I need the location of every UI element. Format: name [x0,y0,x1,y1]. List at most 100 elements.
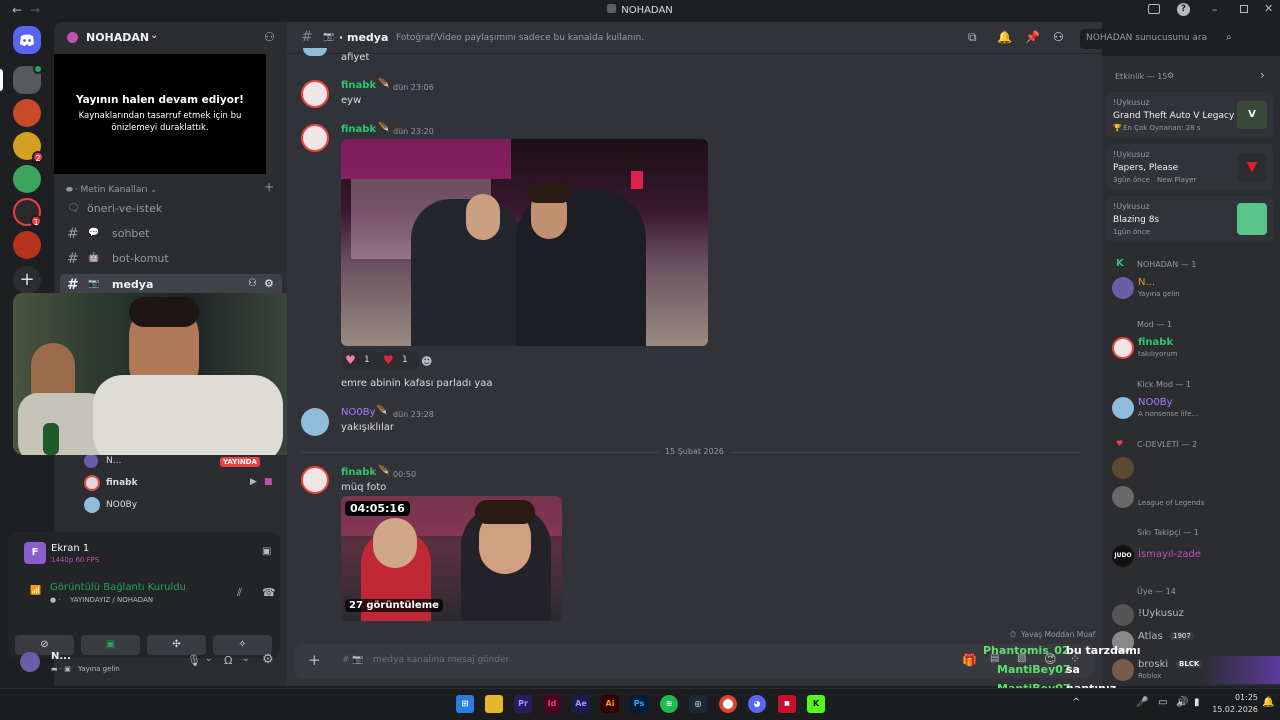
app-icon[interactable]: ■ [778,695,796,713]
network-icon[interactable]: ▭ [1158,697,1167,708]
avatar[interactable] [301,408,329,436]
message-author[interactable]: finabk [341,467,376,478]
member-cdevleti-2[interactable]: . League of Legends [1112,484,1272,512]
message-author[interactable]: finabk [341,124,376,135]
slowmode-icon: ⏱ [1010,630,1017,639]
attach-plus-icon[interactable]: + [308,651,321,669]
server-icon-5[interactable]: 1 [13,198,42,227]
noise-suppression-icon[interactable]: ⫽ [237,586,242,600]
volume-icon[interactable]: 🔊 [1176,697,1188,708]
battery-icon[interactable]: ▮ [1194,697,1200,708]
bell-icon[interactable]: 🔔 [997,30,1012,44]
maximize-icon[interactable] [1240,5,1248,13]
tray-chevron-icon[interactable]: ^ [1072,697,1080,708]
channel-oneri-ve-istek[interactable]: 🗨 öneri-ve-istek [60,198,282,220]
activity-game: Papers, Please [1113,163,1179,173]
add-reaction-icon[interactable]: ☻ [421,355,432,368]
message-image[interactable] [341,139,708,346]
message-composer[interactable]: + # 📷 · medya kanalına mesaj gönder 🎁 ▤ … [294,644,1094,678]
member-finabk[interactable]: finabk takılıyorum [1112,335,1272,363]
member-uykusuz[interactable]: !Uykusuz [1112,602,1272,630]
notification-bell-icon[interactable]: 🔔 [1262,697,1274,708]
video-embed[interactable]: 04:05:16 27 görüntüleme [341,496,562,621]
voice-user-nohadan[interactable]: N... YAYINDA [84,452,279,472]
channel-bot-komut[interactable]: # 🤖 bot-komut [60,248,282,270]
tray-mic-icon[interactable]: 🎤 [1136,697,1148,708]
search-input[interactable]: NOHADAN sunucusunu ara ⌕ [1080,29,1240,49]
discord-home-icon[interactable] [13,26,41,54]
avatar[interactable] [301,124,329,152]
member-no0by[interactable]: NO0By A nonsense life... [1112,395,1272,423]
message-author[interactable]: NO0By [341,407,376,418]
popout-icon[interactable]: ▣ [262,546,271,557]
kick-app-icon[interactable]: K [807,695,825,713]
chevron-down-icon[interactable]: ⌄ [242,654,250,664]
activity-card-papers[interactable]: !Uykusuz Papers, Please 3gün önce New Pl… [1107,144,1273,190]
inbox-icon[interactable] [1148,4,1160,14]
channel-topic[interactable]: Fotoğraf/Video paylaşımını sadece bu kan… [396,33,644,43]
reaction-pink-heart[interactable]: ♥ 1 [341,351,381,371]
member-ismayil[interactable]: JUDO İsmayıl-zade [1112,543,1272,571]
steam-icon[interactable]: ◎ [689,695,707,713]
invite-icon[interactable]: ⚇ [248,278,257,289]
chrome-icon[interactable] [719,695,737,713]
clock-date[interactable]: 15.02.2026 [1208,705,1258,714]
premiere-icon[interactable]: Pr [514,695,532,713]
category-text-channels[interactable]: ⬬ · Metin Kanalları ⌄ + [66,180,276,196]
voice-connected-status[interactable]: Görüntülü Bağlantı Kuruldu [50,582,186,593]
threads-icon[interactable]: ⧉ [968,30,977,45]
close-icon[interactable]: ✕ [1264,2,1273,15]
message-author[interactable]: finabk [341,80,376,91]
member-nohadan[interactable]: N... Yayına gelin [1112,275,1272,303]
minimize-icon[interactable]: – [1212,3,1218,16]
settings-gear-icon[interactable]: ⚙ [1167,71,1174,80]
gift-icon[interactable]: 🎁 [962,653,977,667]
pin-icon[interactable]: 📌 [1025,30,1040,44]
server-name: NOHADAN [86,31,150,44]
chevron-right-icon[interactable]: › [1260,68,1265,82]
channel-sohbet[interactable]: # 💬 sohbet [60,223,282,245]
photoshop-icon[interactable]: Ps [630,695,648,713]
disconnect-icon[interactable]: ☎ [262,586,276,599]
clock-time[interactable]: 01:25 [1212,693,1258,702]
avatar[interactable] [301,80,329,108]
add-server-icon[interactable]: + [13,266,41,294]
message-text: müq foto [341,482,387,493]
message-timestamp: dün 23:20 [393,127,434,136]
indesign-icon[interactable]: Id [543,695,561,713]
message-text: afiyet [341,52,370,63]
member-broski[interactable]: broski BLCK Roblox [1112,657,1272,685]
discord-taskbar-icon[interactable]: ◕ [748,695,766,713]
chevron-down-icon: ⌄ [150,30,159,41]
microphone-icon[interactable]: 🎙 [187,654,201,667]
gear-icon[interactable]: ⚙ [264,277,274,290]
server-nohadan-icon[interactable] [13,64,43,94]
voice-user-finabk[interactable]: finabk ▶ ■ [84,473,279,493]
server-header[interactable]: NOHADAN ⌄ ⚇ [64,30,275,48]
stream-preview-paused[interactable]: Yayının halen devam ediyor! Kaynaklarınd… [54,54,266,174]
member-cdevleti-1[interactable]: ... [1112,455,1272,483]
help-icon[interactable]: ? [1177,3,1190,16]
reaction-red-heart[interactable]: ♥ 1 [379,351,419,371]
chevron-down-icon[interactable]: ⌄ [205,654,213,664]
activity-card-blazing[interactable]: !Uykusuz Blazing 8s 1gün önce [1107,196,1273,242]
settings-gear-icon[interactable]: ⚙ [262,652,274,667]
windows-start-icon[interactable]: ⊞ [456,695,474,713]
activity-game: Blazing 8s [1113,215,1160,225]
server-icon-3[interactable]: 2 [13,132,44,163]
avatar[interactable] [20,652,40,672]
member-list-icon[interactable]: ⚇ [1053,30,1064,44]
illustrator-icon[interactable]: Ai [601,695,619,713]
file-explorer-icon[interactable] [485,695,503,713]
headphones-icon[interactable]: Ω [224,654,232,667]
add-channel-icon[interactable]: + [264,180,274,194]
server-icon-6[interactable] [13,231,41,259]
spotify-icon[interactable]: ≋ [660,695,678,713]
voice-user-no0by[interactable]: NO0By [84,495,279,515]
add-member-icon[interactable]: ⚇ [264,30,275,44]
activity-card-gta[interactable]: !Uykusuz Grand Theft Auto V Legacy 🏆 En … [1107,92,1273,138]
server-icon-2[interactable] [13,99,41,127]
server-icon-4[interactable] [13,165,41,193]
avatar[interactable] [301,466,329,494]
after-effects-icon[interactable]: Ae [572,695,590,713]
